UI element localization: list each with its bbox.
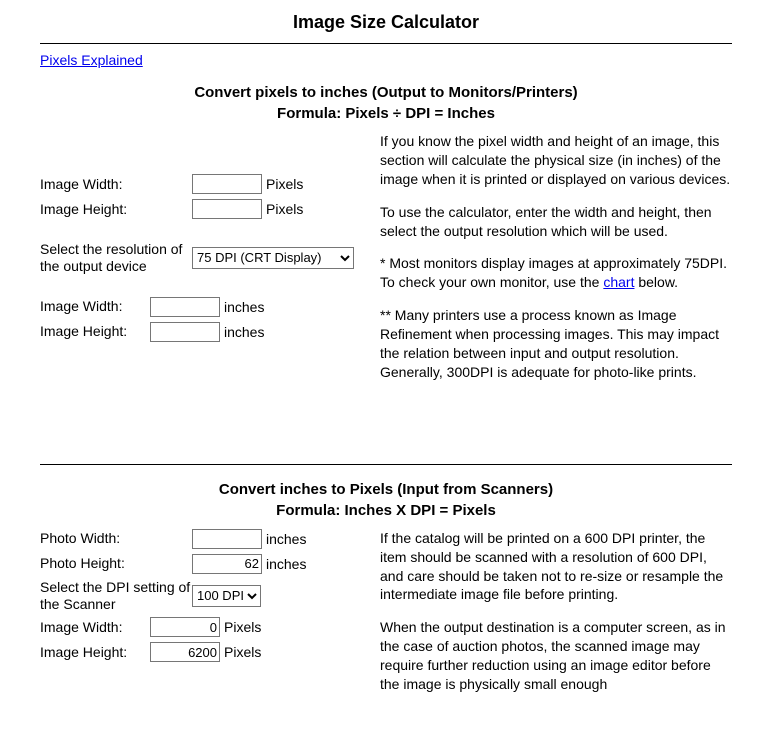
section1-heading-line2: Formula: Pixels ÷ DPI = Inches [40, 103, 732, 124]
unit-pixels: Pixels [224, 619, 261, 635]
input-image-width-px[interactable] [192, 174, 262, 194]
desc-p4: ** Many printers use a process known as … [380, 306, 732, 382]
row-height-px: Image Height: Pixels [40, 199, 360, 219]
unit-inches: inches [266, 531, 306, 547]
label-photo-width: Photo Width: [40, 530, 192, 547]
input-photo-width[interactable] [192, 529, 262, 549]
row-select-resolution: Select the resolution of the output devi… [40, 241, 360, 275]
desc-p1: If you know the pixel width and height o… [380, 132, 732, 189]
label-image-height-px2: Image Height: [40, 644, 150, 661]
input-photo-height[interactable] [192, 554, 262, 574]
unit-inches: inches [266, 556, 306, 572]
output-image-height-px[interactable] [150, 642, 220, 662]
label-select-resolution: Select the resolution of the output devi… [40, 241, 192, 275]
input-image-height-px[interactable] [192, 199, 262, 219]
section2-desc: If the catalog will be printed on a 600 … [380, 529, 732, 708]
label-select-dpi: Select the DPI setting of the Scanner [40, 579, 192, 613]
desc2-p1: If the catalog will be printed on a 600 … [380, 529, 732, 605]
row-width-px: Image Width: Pixels [40, 174, 360, 194]
unit-pixels: Pixels [266, 201, 303, 217]
pixels-explained-wrap: Pixels Explained [40, 52, 732, 68]
unit-inches: inches [224, 299, 264, 315]
top-rule [40, 43, 732, 44]
select-output-resolution[interactable]: 75 DPI (CRT Display) [192, 247, 354, 269]
row-photo-height: Photo Height: inches [40, 554, 360, 574]
label-image-width-px2: Image Width: [40, 619, 150, 636]
row-height-in: Image Height: inches [40, 322, 360, 342]
desc-p2: To use the calculator, enter the width a… [380, 203, 732, 241]
output-image-height-in[interactable] [150, 322, 220, 342]
pixels-explained-link[interactable]: Pixels Explained [40, 52, 143, 68]
label-photo-height: Photo Height: [40, 555, 192, 572]
label-image-width-in: Image Width: [40, 298, 150, 315]
row-imgheight-px: Image Height: Pixels [40, 642, 360, 662]
unit-inches: inches [224, 324, 264, 340]
select-scanner-dpi[interactable]: 100 DPI [192, 585, 261, 607]
section1-desc: If you know the pixel width and height o… [380, 132, 732, 396]
section2-heading-line2: Formula: Inches X DPI = Pixels [40, 500, 732, 521]
row-width-in: Image Width: inches [40, 297, 360, 317]
output-image-width-in[interactable] [150, 297, 220, 317]
page-title: Image Size Calculator [40, 12, 732, 33]
row-select-dpi: Select the DPI setting of the Scanner 10… [40, 579, 360, 613]
section2-body: Photo Width: inches Photo Height: inches… [40, 529, 732, 708]
desc2-p2: When the output destination is a compute… [380, 618, 732, 694]
label-image-width-px: Image Width: [40, 176, 192, 193]
unit-pixels: Pixels [266, 176, 303, 192]
desc-p3-b: below. [634, 274, 678, 290]
mid-rule [40, 464, 732, 465]
section1-heading: Convert pixels to inches (Output to Moni… [40, 82, 732, 124]
label-image-height-in: Image Height: [40, 323, 150, 340]
section2-heading: Convert inches to Pixels (Input from Sca… [40, 479, 732, 521]
label-image-height-px: Image Height: [40, 201, 192, 218]
section2-form: Photo Width: inches Photo Height: inches… [40, 529, 360, 708]
section1-body: Image Width: Pixels Image Height: Pixels… [40, 132, 732, 396]
chart-link[interactable]: chart [603, 274, 634, 290]
section1-form: Image Width: Pixels Image Height: Pixels… [40, 132, 360, 396]
section2-heading-line1: Convert inches to Pixels (Input from Sca… [40, 479, 732, 500]
unit-pixels: Pixels [224, 644, 261, 660]
section1-heading-line1: Convert pixels to inches (Output to Moni… [40, 82, 732, 103]
output-image-width-px[interactable] [150, 617, 220, 637]
row-imgwidth-px: Image Width: Pixels [40, 617, 360, 637]
row-photo-width: Photo Width: inches [40, 529, 360, 549]
desc-p3: * Most monitors display images at approx… [380, 254, 732, 292]
